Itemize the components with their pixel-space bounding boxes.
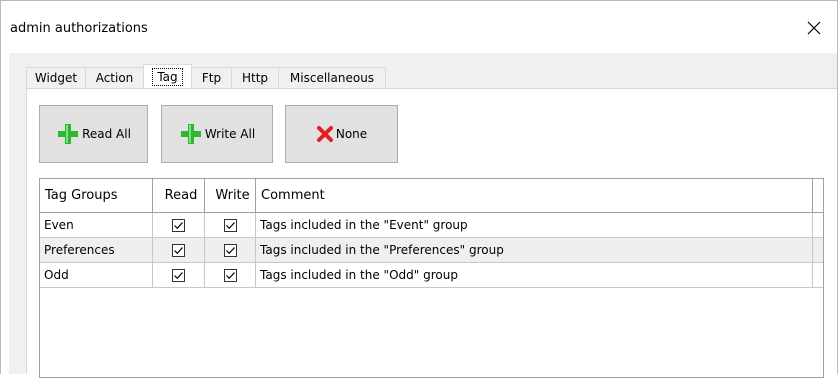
green-plus-icon [179, 122, 203, 146]
write-checkbox[interactable] [223, 218, 237, 232]
tab-label: Tag [152, 67, 183, 86]
tab-label: Action [95, 71, 134, 85]
write-checkbox-cell [205, 213, 256, 237]
dialog-window: admin authorizations Widget Action Tag F… [0, 0, 838, 378]
checkmark-icon [225, 271, 235, 279]
tag-group-name: Preferences [40, 238, 153, 262]
column-header-write[interactable]: Write [205, 179, 256, 212]
checkmark-icon [174, 271, 183, 279]
green-plus-icon [56, 122, 80, 146]
table-row[interactable]: Odd Tags included in the "Odd" group [40, 263, 823, 288]
read-checkbox[interactable] [172, 268, 185, 282]
tab-ftp[interactable]: Ftp [191, 67, 232, 88]
checkmark-icon [174, 221, 183, 229]
read-checkbox[interactable] [172, 243, 185, 257]
tag-groups-table: Tag Groups Read Write Comment Even Tags … [39, 178, 824, 378]
red-x-icon [316, 125, 334, 143]
write-checkbox-cell [205, 238, 256, 262]
tag-group-comment: Tags included in the "Odd" group [256, 263, 813, 287]
tab-label: Http [241, 71, 269, 85]
read-checkbox-cell [153, 238, 205, 262]
write-checkbox[interactable] [223, 243, 237, 257]
tab-http[interactable]: Http [231, 67, 279, 88]
tab-miscellaneous[interactable]: Miscellaneous [278, 67, 386, 88]
tag-group-name: Odd [40, 263, 153, 287]
read-all-label: Read All [82, 127, 131, 141]
table-header-row: Tag Groups Read Write Comment [40, 179, 823, 213]
close-icon [807, 21, 821, 35]
tag-group-comment: Tags included in the "Event" group [256, 213, 813, 237]
close-button[interactable] [791, 13, 837, 43]
write-checkbox-cell [205, 263, 256, 287]
tag-group-comment: Tags included in the "Preferences" group [256, 238, 813, 262]
column-header-read[interactable]: Read [153, 179, 205, 212]
checkmark-icon [174, 246, 183, 254]
tab-tag[interactable]: Tag [143, 64, 192, 88]
title-bar: admin authorizations [1, 1, 837, 45]
read-checkbox-cell [153, 213, 205, 237]
table-row[interactable]: Preferences Tags included in the "Prefer… [40, 238, 823, 263]
dialog-client-area: Widget Action Tag Ftp Http Miscellaneous [9, 53, 837, 378]
write-all-label: Write All [204, 127, 256, 141]
read-checkbox[interactable] [172, 218, 185, 232]
none-label: None [335, 127, 368, 141]
tag-group-name: Even [40, 213, 153, 237]
none-button[interactable]: None [285, 105, 398, 163]
tab-label: Widget [34, 71, 78, 85]
column-header-tag-groups[interactable]: Tag Groups [40, 179, 153, 212]
write-checkbox[interactable] [223, 268, 237, 282]
tab-label: Ftp [201, 71, 222, 85]
tab-widget[interactable]: Widget [26, 67, 86, 88]
table-row[interactable]: Even Tags included in the "Event" group [40, 213, 823, 238]
tab-strip: Widget Action Tag Ftp Http Miscellaneous [26, 64, 386, 88]
tag-tab-panel: Read All Write All None Tag Groups Read … [26, 88, 837, 378]
checkmark-icon [225, 221, 235, 229]
read-all-button[interactable]: Read All [39, 105, 148, 163]
tab-label: Miscellaneous [289, 71, 375, 85]
checkmark-icon [225, 246, 235, 254]
read-checkbox-cell [153, 263, 205, 287]
write-all-button[interactable]: Write All [161, 105, 273, 163]
window-title: admin authorizations [10, 21, 148, 36]
tab-action[interactable]: Action [85, 67, 144, 88]
column-header-comment[interactable]: Comment [256, 179, 813, 212]
